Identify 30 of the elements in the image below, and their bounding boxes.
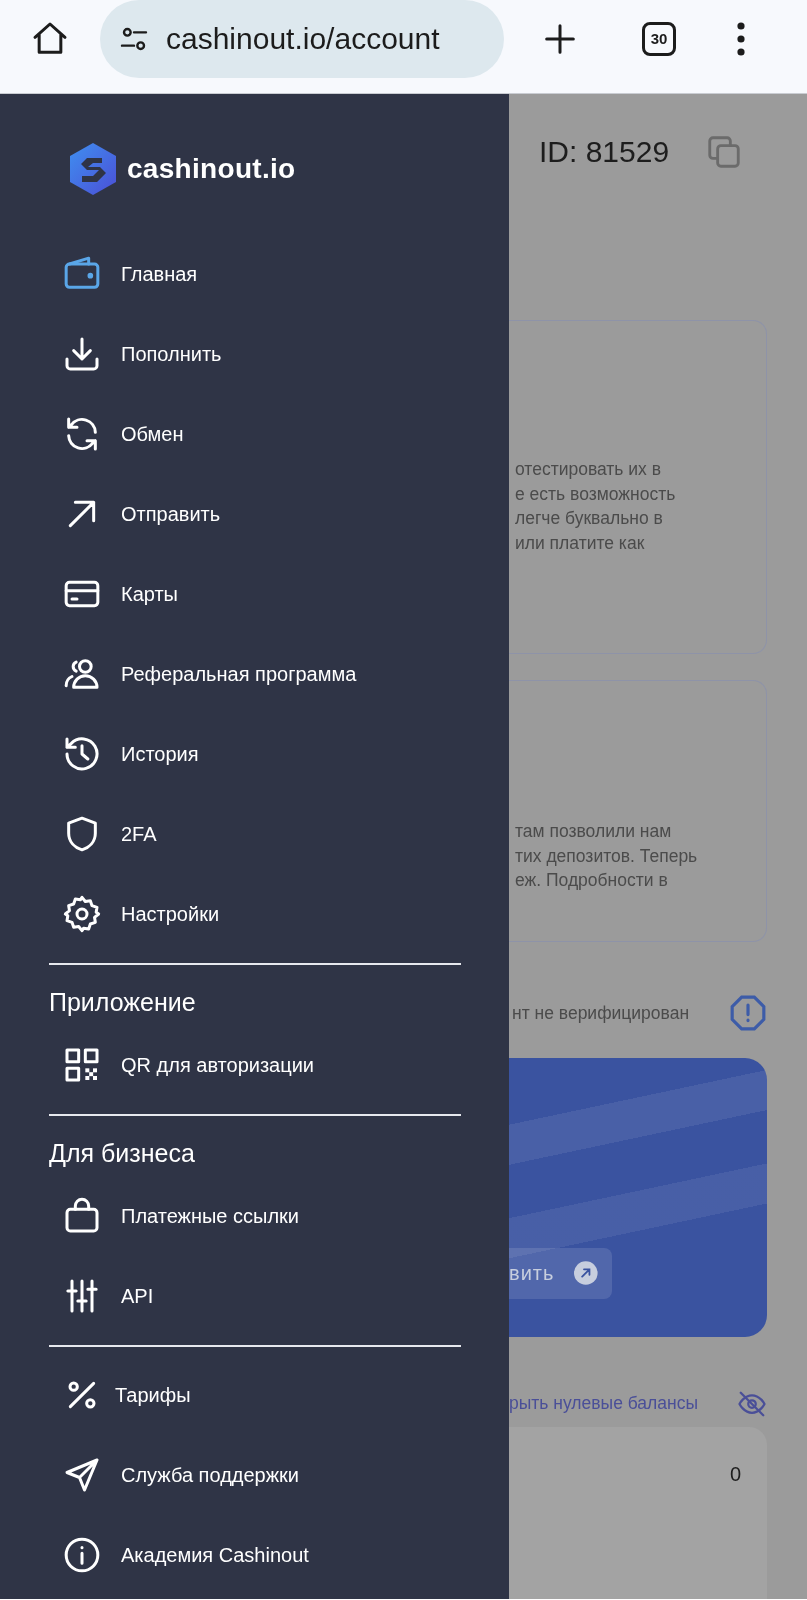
card-text: там позволили нам тих депозитов. Теперь еж. Подробности в bbox=[515, 820, 699, 893]
arrow-circle-icon bbox=[574, 1260, 598, 1287]
tab-count-button[interactable]: 30 bbox=[642, 21, 676, 56]
section-heading: Приложение bbox=[49, 987, 196, 1017]
balance-amount: 0 bbox=[729, 1462, 741, 1487]
nav-item[interactable]: Обмен bbox=[49, 394, 461, 474]
section-heading: Для бизнеса bbox=[49, 1138, 195, 1168]
nav-item[interactable]: История bbox=[49, 714, 461, 794]
nav-item[interactable]: Отправить bbox=[49, 474, 461, 554]
nav-item[interactable]: Настройки bbox=[49, 874, 461, 954]
nav-item[interactable]: Платежные ссылки bbox=[49, 1176, 461, 1256]
nav-item[interactable]: Пополнить bbox=[49, 314, 461, 394]
nav-item[interactable]: Служба поддержки bbox=[49, 1435, 461, 1515]
nav-item[interactable]: Академия Cashinout bbox=[49, 1515, 461, 1595]
verification-status: нт не верифицирован bbox=[512, 1002, 690, 1024]
menu-button[interactable] bbox=[736, 21, 746, 56]
nav-item[interactable]: 2FA bbox=[49, 794, 461, 874]
account-id: ID: 81529 bbox=[539, 134, 670, 169]
nav-item[interactable]: Тарифы bbox=[49, 1355, 461, 1435]
nav-item[interactable]: Реферальная программа bbox=[49, 634, 461, 714]
nav-item[interactable]: QR для авторизации bbox=[49, 1025, 461, 1105]
warning-icon bbox=[729, 994, 767, 1033]
card-text: отестировать их в е есть возможность легче буквально в или платите как bbox=[515, 458, 677, 555]
logo-text: cashinout.io bbox=[127, 153, 296, 185]
address-bar[interactable]: cashinout.io/account bbox=[100, 0, 504, 78]
url-text: cashinout.io/account bbox=[166, 21, 440, 56]
nav-item[interactable]: Карты bbox=[49, 554, 461, 634]
nav-item[interactable]: API bbox=[49, 1256, 461, 1336]
nav-item[interactable]: Главная bbox=[49, 234, 461, 314]
more-icon bbox=[736, 21, 746, 56]
